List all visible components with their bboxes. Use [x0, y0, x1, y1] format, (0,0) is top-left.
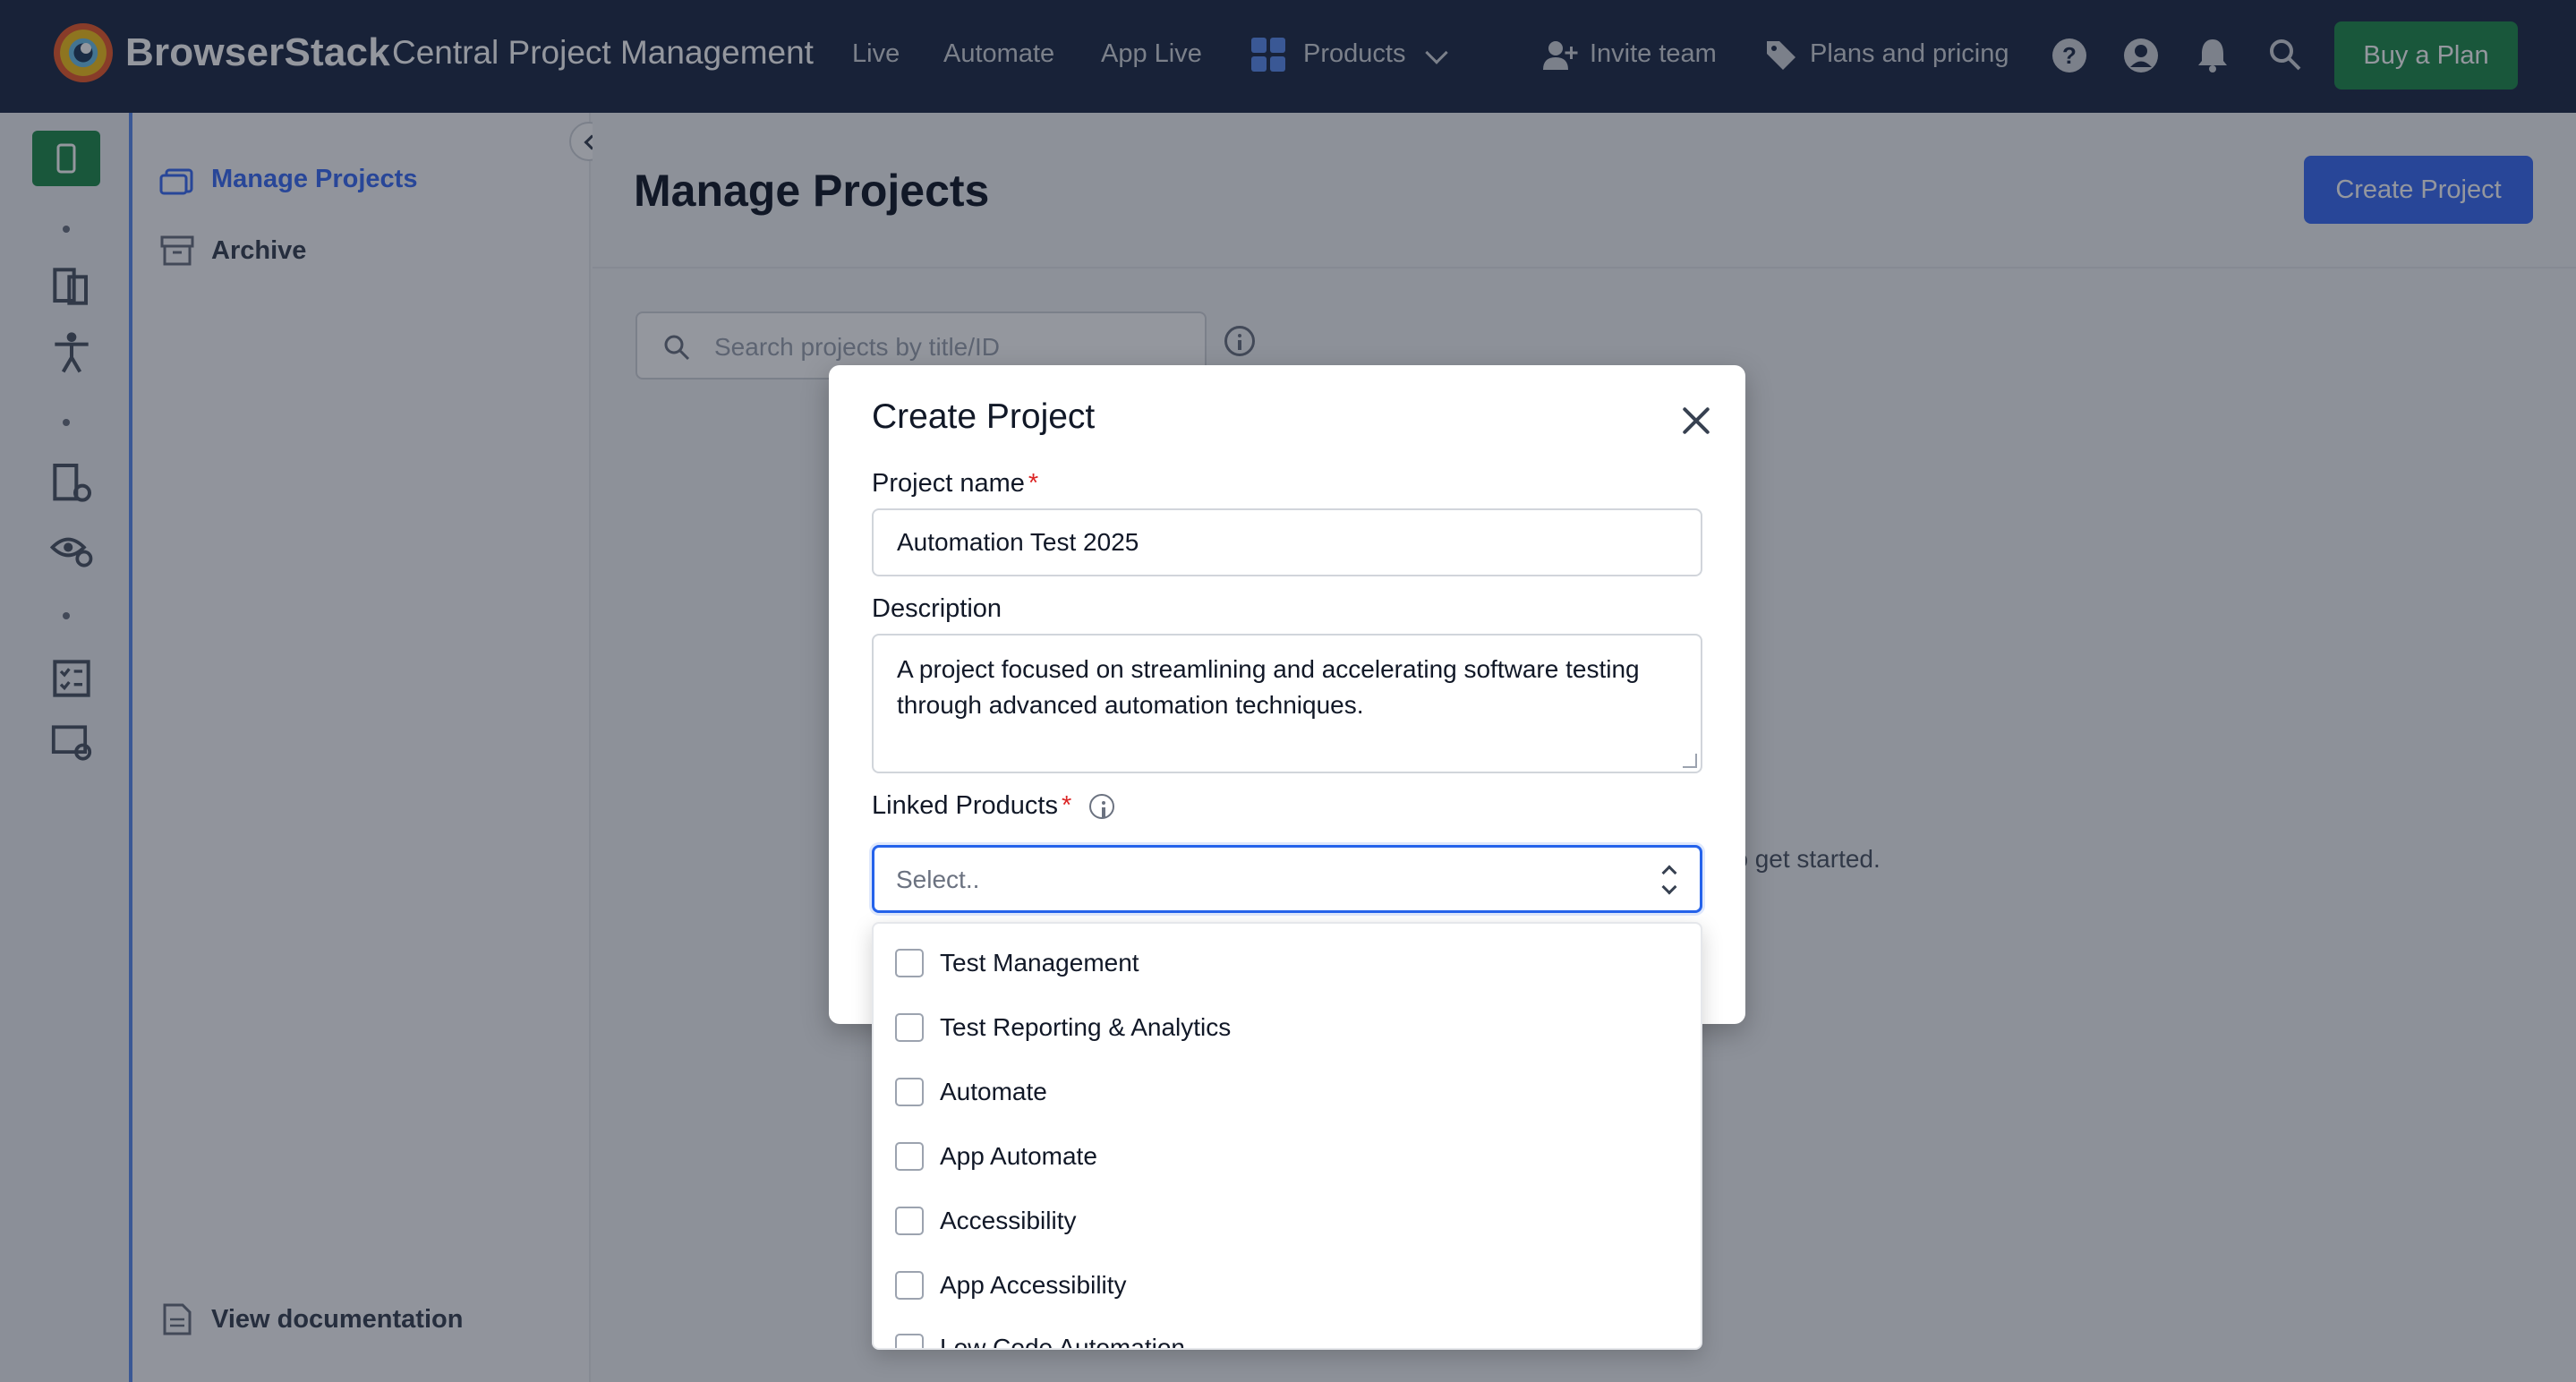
close-icon[interactable] — [1679, 403, 1713, 437]
option-test-reporting-analytics[interactable]: Test Reporting & Analytics — [895, 1006, 1231, 1049]
resize-handle-icon[interactable] — [1683, 754, 1697, 768]
checkbox[interactable] — [895, 1013, 924, 1042]
linked-products-dropdown: Test Management Test Reporting & Analyti… — [872, 922, 1702, 1350]
option-accessibility[interactable]: Accessibility — [895, 1199, 1076, 1242]
option-automate[interactable]: Automate — [895, 1071, 1047, 1113]
checkbox[interactable] — [895, 1207, 924, 1235]
checkbox[interactable] — [895, 1078, 924, 1106]
modal-title: Create Project — [872, 397, 1096, 436]
checkbox[interactable] — [895, 949, 924, 977]
select-updown-icon — [1662, 864, 1676, 896]
option-label: Test Reporting & Analytics — [940, 1013, 1232, 1041]
checkbox[interactable] — [895, 1271, 924, 1300]
linked-products-info-icon[interactable] — [1089, 793, 1115, 819]
linked-products-label-text: Linked Products — [872, 791, 1058, 820]
option-label: Test Management — [940, 949, 1139, 977]
option-app-automate[interactable]: App Automate — [895, 1135, 1097, 1178]
description-text: A project focused on streamlining and ac… — [897, 655, 1640, 719]
option-label: Accessibility — [940, 1207, 1077, 1234]
option-low-code-automation[interactable]: Low Code Automation — [895, 1327, 1185, 1350]
select-placeholder: Select.. — [896, 866, 980, 893]
description-textarea[interactable]: A project focused on streamlining and ac… — [872, 634, 1702, 773]
option-label: App Automate — [940, 1142, 1097, 1170]
option-label: Low Code Automation — [940, 1334, 1185, 1350]
linked-products-select[interactable]: Select.. — [872, 845, 1702, 913]
required-asterisk: * — [1061, 791, 1072, 820]
linked-products-label: Linked Products * — [872, 791, 1115, 821]
option-label: App Accessibility — [940, 1271, 1127, 1299]
option-app-accessibility[interactable]: App Accessibility — [895, 1264, 1127, 1307]
checkbox[interactable] — [895, 1142, 924, 1171]
option-test-management[interactable]: Test Management — [895, 942, 1139, 985]
project-name-label: Project name * — [872, 469, 1038, 499]
description-label: Description — [872, 594, 1002, 623]
project-name-field[interactable] — [872, 508, 1702, 576]
required-asterisk: * — [1028, 469, 1039, 498]
checkbox[interactable] — [895, 1334, 924, 1348]
project-name-label-text: Project name — [872, 469, 1025, 498]
option-label: Automate — [940, 1078, 1047, 1105]
